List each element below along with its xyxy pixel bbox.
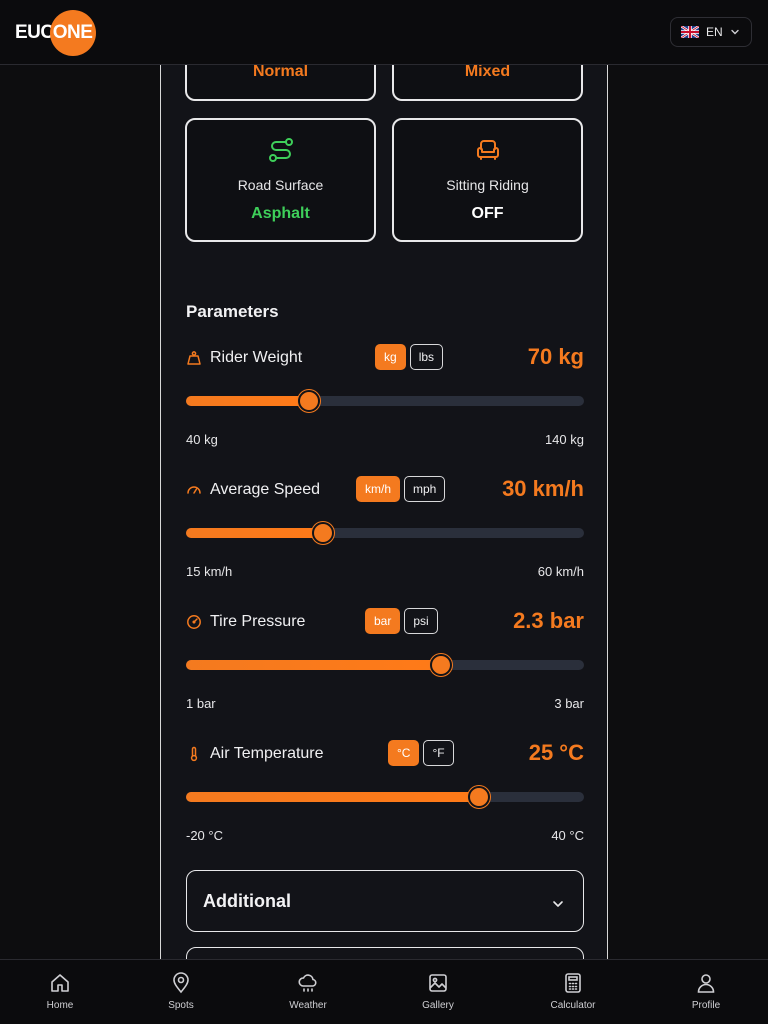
nav-home[interactable]: Home (20, 972, 100, 1011)
nav-weather-label: Weather (289, 1000, 327, 1011)
average-speed-min: 15 km/h (186, 564, 233, 579)
weight-icon (186, 350, 202, 366)
bottom-nav: Home Spots Weather Gallery Calculator Pr… (0, 959, 768, 1024)
average-speed-max: 60 km/h (537, 564, 584, 579)
air-temperature-slider-thumb[interactable] (467, 786, 490, 808)
sitting-riding-label: Sitting Riding (446, 177, 529, 193)
nav-spots-label: Spots (168, 1000, 194, 1011)
rider-weight-units: kg lbs (375, 344, 444, 370)
user-icon (695, 972, 717, 994)
chevron-down-icon (730, 27, 740, 37)
chevron-down-icon (551, 895, 565, 916)
rider-weight-label: Rider Weight (210, 349, 303, 366)
tire-pressure-value: 2.3 bar (513, 608, 584, 633)
calculator-icon (562, 972, 584, 994)
map-pin-icon (170, 972, 192, 994)
additional-accordion[interactable]: Additional (186, 870, 584, 932)
average-speed-range: 15 km/h 60 km/h (186, 564, 584, 579)
language-selector[interactable]: EN (670, 17, 752, 47)
air-temperature-min: -20 °C (186, 828, 223, 843)
image-icon (427, 972, 449, 994)
terrain-card-value: Mixed (464, 65, 511, 80)
road-surface-label: Road Surface (237, 177, 324, 193)
nav-gallery-label: Gallery (422, 1000, 454, 1011)
rider-weight-slider-fill (186, 396, 310, 406)
tire-pressure-label: Tire Pressure (210, 613, 306, 630)
tire-pressure-range: 1 bar 3 bar (186, 696, 584, 711)
seat-icon (474, 136, 502, 169)
rider-weight-slider[interactable] (186, 390, 584, 412)
cloud-rain-icon (297, 972, 319, 994)
air-temperature-units: °C °F (388, 740, 454, 766)
rider-weight-value: 70 kg (527, 344, 584, 369)
average-speed-slider-thumb[interactable] (312, 522, 335, 544)
average-speed-slider[interactable] (186, 522, 584, 544)
speedometer-icon (186, 482, 202, 498)
app-header: EUC ONE EN (0, 0, 768, 65)
language-label: EN (706, 25, 723, 39)
tire-pressure-slider-thumb[interactable] (429, 654, 452, 676)
rider-weight-min: 40 kg (186, 432, 218, 447)
additional-label: Additional (203, 890, 291, 911)
rider-weight-row: Rider Weight kg lbs 70 kg (186, 343, 584, 373)
next-section-card[interactable] (186, 947, 584, 959)
unit-kg-button[interactable]: kg (375, 344, 406, 370)
nav-gallery[interactable]: Gallery (398, 972, 478, 1011)
tire-pressure-max: 3 bar (554, 696, 584, 711)
mode-card-value: Normal (252, 65, 309, 80)
air-temperature-range: -20 °C 40 °C (186, 828, 584, 843)
nav-profile[interactable]: Profile (666, 972, 746, 1011)
average-speed-label: Average Speed (210, 481, 321, 498)
nav-spots[interactable]: Spots (141, 972, 221, 1011)
logo-text-one: ONE (49, 10, 96, 56)
average-speed-value: 30 km/h (502, 476, 584, 501)
nav-calculator-label: Calculator (550, 1000, 596, 1011)
road-surface-card[interactable]: Road Surface Asphalt (185, 118, 376, 242)
tire-pressure-row: Tire Pressure bar psi 2.3 bar (186, 607, 584, 637)
uk-flag-icon (681, 26, 699, 38)
unit-mph-button[interactable]: mph (404, 476, 446, 502)
nav-home-label: Home (46, 1000, 74, 1011)
home-icon (49, 972, 71, 994)
air-temperature-row: Air Temperature °C °F 25 °C (186, 739, 584, 769)
route-icon (267, 136, 295, 169)
tire-pressure-min: 1 bar (186, 696, 216, 711)
tire-pressure-slider-fill (186, 660, 441, 670)
app-logo[interactable]: EUC ONE (15, 10, 96, 56)
tire-pressure-slider[interactable] (186, 654, 584, 676)
average-speed-units: km/h mph (356, 476, 446, 502)
calculator-panel: Normal Mixed Road Surface Asphalt Sittin… (160, 65, 608, 959)
sitting-riding-value: OFF (471, 205, 504, 222)
nav-weather[interactable]: Weather (268, 972, 348, 1011)
air-temperature-value: 25 °C (528, 740, 584, 765)
average-speed-row: Average Speed km/h mph 30 km/h (186, 475, 584, 505)
unit-lbs-button[interactable]: lbs (409, 344, 444, 370)
air-temperature-label: Air Temperature (210, 745, 324, 762)
thermometer-icon (186, 746, 202, 762)
nav-calculator[interactable]: Calculator (533, 972, 613, 1011)
gauge-icon (186, 614, 202, 630)
average-speed-slider-fill (186, 528, 324, 538)
unit-kmh-button[interactable]: km/h (356, 476, 401, 502)
air-temperature-max: 40 °C (551, 828, 584, 843)
unit-bar-button[interactable]: bar (365, 608, 401, 634)
rider-weight-slider-thumb[interactable] (298, 390, 321, 412)
parameters-title: Parameters (186, 302, 279, 321)
unit-fahrenheit-button[interactable]: °F (423, 740, 454, 766)
air-temperature-slider[interactable] (186, 786, 584, 808)
tire-pressure-units: bar psi (365, 608, 438, 634)
unit-psi-button[interactable]: psi (404, 608, 438, 634)
nav-profile-label: Profile (691, 1000, 721, 1011)
unit-celsius-button[interactable]: °C (388, 740, 420, 766)
air-temperature-slider-fill (186, 792, 479, 802)
terrain-card[interactable]: Mixed (392, 65, 583, 101)
sitting-riding-card[interactable]: Sitting Riding OFF (392, 118, 583, 242)
rider-weight-max: 140 kg (544, 432, 584, 447)
logo-text-euc: EUC (15, 22, 54, 43)
mode-card[interactable]: Normal (185, 65, 376, 101)
road-surface-value: Asphalt (251, 205, 310, 222)
rider-weight-range: 40 kg 140 kg (186, 432, 584, 447)
